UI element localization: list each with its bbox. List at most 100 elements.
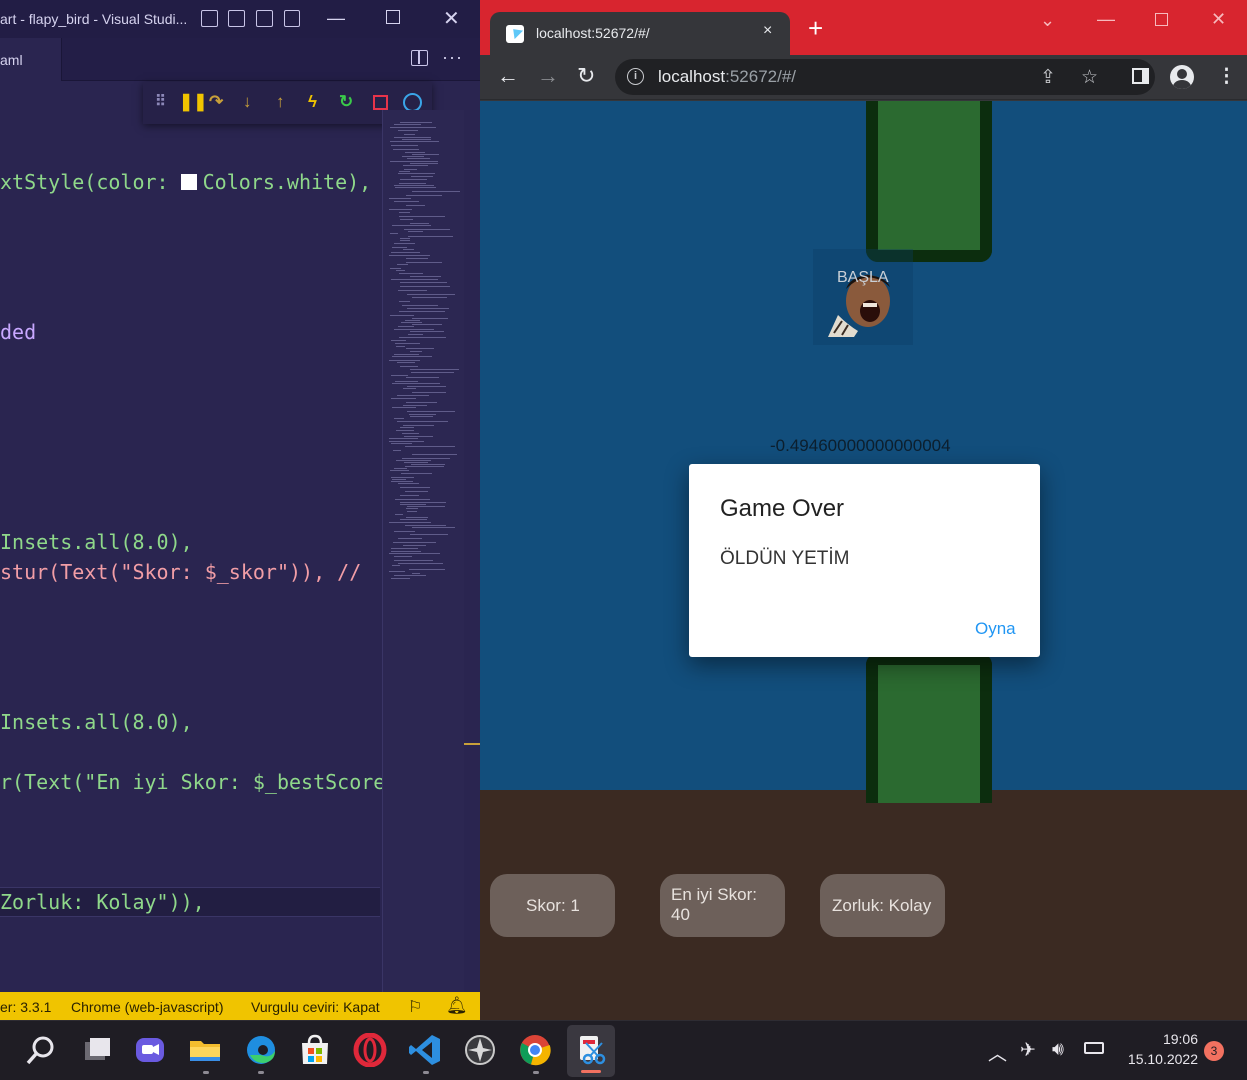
minimap-line: [392, 407, 416, 408]
minimap-line: [395, 343, 420, 344]
pause-icon[interactable]: ❚❚: [179, 92, 208, 112]
minimap-line: [412, 324, 442, 325]
minimap-line: [406, 348, 434, 349]
more-actions-icon[interactable]: ···: [442, 47, 463, 68]
chat-icon[interactable]: [133, 1033, 167, 1067]
reload-icon[interactable]: ↻: [577, 64, 595, 88]
minimap-line: [399, 212, 410, 213]
feedback-icon[interactable]: ⚐: [408, 997, 422, 1017]
search-icon[interactable]: [24, 1033, 58, 1067]
minimap-line: [389, 255, 430, 256]
maximize-icon[interactable]: [1155, 13, 1168, 26]
color-swatch: [180, 174, 197, 190]
minimap-line: [394, 531, 415, 532]
menu-icon[interactable]: ⋮: [1217, 65, 1236, 88]
back-icon[interactable]: ←: [497, 64, 519, 88]
battery-icon[interactable]: [1084, 1042, 1104, 1054]
tab-close-icon[interactable]: ×: [763, 22, 772, 40]
highlight-status[interactable]: Vurgulu ceviri: Kapat: [251, 999, 380, 1015]
editor-tab[interactable]: aml: [0, 38, 62, 81]
minimap-line: [400, 487, 430, 488]
game-over-dialog: Game Over ÖLDÜN YETİM Oyna: [689, 464, 1040, 657]
minimap-line: [407, 294, 455, 295]
stop-icon[interactable]: [373, 95, 388, 110]
minimap-line: [398, 538, 422, 539]
chrome-icon[interactable]: [518, 1033, 552, 1067]
forward-icon[interactable]: →: [537, 64, 559, 88]
code-editor[interactable]: xtStyle(color: Colors.white), ded Insets…: [0, 110, 385, 992]
toggle-panel-icon[interactable]: [228, 10, 245, 27]
step-into-icon[interactable]: ↓: [243, 92, 252, 112]
drag-handle-icon[interactable]: ⠿: [155, 92, 166, 112]
maximize-icon[interactable]: [386, 10, 400, 24]
show-hidden-icons-icon[interactable]: ︿: [988, 1039, 1007, 1066]
minimap-line: [395, 514, 403, 515]
notification-badge[interactable]: 3: [1204, 1041, 1224, 1061]
minimap-line: [392, 565, 400, 566]
minimap-line: [412, 392, 446, 393]
close-icon[interactable]: ✕: [1211, 9, 1226, 30]
active-indicator: [581, 1070, 601, 1073]
address-bar[interactable]: i localhost:52672/#/ ⇪ ☆: [615, 59, 1155, 95]
minimap-line: [402, 156, 424, 157]
minimap-line: [394, 201, 419, 202]
toggle-sidebar-icon[interactable]: [201, 10, 218, 27]
store-icon[interactable]: [298, 1033, 332, 1067]
minimap[interactable]: [382, 110, 464, 992]
minimap-line: [407, 511, 417, 512]
volume-icon[interactable]: 🔊︎: [1052, 1039, 1064, 1061]
profile-avatar-icon[interactable]: [1170, 65, 1194, 89]
minimap-line: [400, 238, 410, 239]
new-tab-icon[interactable]: +: [808, 15, 823, 41]
customize-layout-icon[interactable]: [284, 10, 300, 27]
restart-icon[interactable]: ↻: [339, 92, 353, 112]
minimap-line: [391, 252, 420, 253]
code-line: ded: [0, 320, 37, 344]
site-info-icon[interactable]: i: [627, 68, 644, 85]
url-text[interactable]: localhost:52672/#/: [658, 67, 796, 87]
flutter-version[interactable]: er: 3.3.1: [0, 999, 51, 1015]
tab-search-icon[interactable]: ⌄: [1040, 10, 1055, 31]
close-icon[interactable]: ✕: [443, 6, 460, 31]
airplane-mode-icon[interactable]: ✈: [1020, 1039, 1036, 1062]
bookmark-star-icon[interactable]: ☆: [1081, 66, 1098, 89]
minimap-line: [389, 553, 440, 554]
toggle-secondary-sidebar-icon[interactable]: [256, 10, 273, 27]
file-explorer-icon[interactable]: [188, 1033, 222, 1067]
minimap-line: [398, 290, 427, 291]
minimize-icon[interactable]: —: [1097, 9, 1115, 30]
browser-tab[interactable]: localhost:52672/#/ ×: [490, 12, 790, 55]
play-again-button[interactable]: Oyna: [975, 619, 1016, 639]
minimap-line: [395, 187, 436, 188]
minimap-line: [394, 124, 421, 125]
step-out-icon[interactable]: ↑: [276, 92, 285, 112]
minimap-line: [394, 560, 433, 561]
minimap-line: [390, 233, 398, 234]
minimap-line: [402, 433, 419, 434]
minimap-line: [399, 171, 410, 172]
minimap-line: [400, 282, 447, 283]
minimap-line: [410, 276, 441, 277]
hot-reload-icon[interactable]: ϟ: [308, 92, 317, 112]
minimize-icon[interactable]: —: [327, 8, 345, 29]
device-selector[interactable]: Chrome (web-javascript): [71, 999, 223, 1015]
minimap-line: [408, 231, 423, 232]
minimap-line: [396, 460, 431, 461]
start-label[interactable]: BAŞLA: [837, 269, 889, 287]
side-panel-icon[interactable]: [1132, 68, 1149, 84]
split-editor-icon[interactable]: [411, 50, 428, 66]
step-over-icon[interactable]: ↷: [209, 92, 223, 112]
minimap-line: [394, 137, 431, 138]
edge-icon[interactable]: [244, 1033, 278, 1067]
notifications-bell-icon[interactable]: 🔔︎: [446, 996, 468, 1016]
task-view-icon[interactable]: [80, 1033, 114, 1067]
minimap-line: [391, 481, 413, 482]
clock[interactable]: 19:06 15.10.2022: [1118, 1031, 1198, 1067]
app-icon[interactable]: [463, 1033, 497, 1067]
share-icon[interactable]: ⇪: [1040, 66, 1056, 89]
minimap-line: [391, 145, 418, 146]
vscode-icon[interactable]: [408, 1033, 442, 1067]
opera-icon[interactable]: [353, 1033, 387, 1067]
snipping-tool-icon[interactable]: [574, 1033, 608, 1067]
minimap-line: [407, 386, 446, 387]
